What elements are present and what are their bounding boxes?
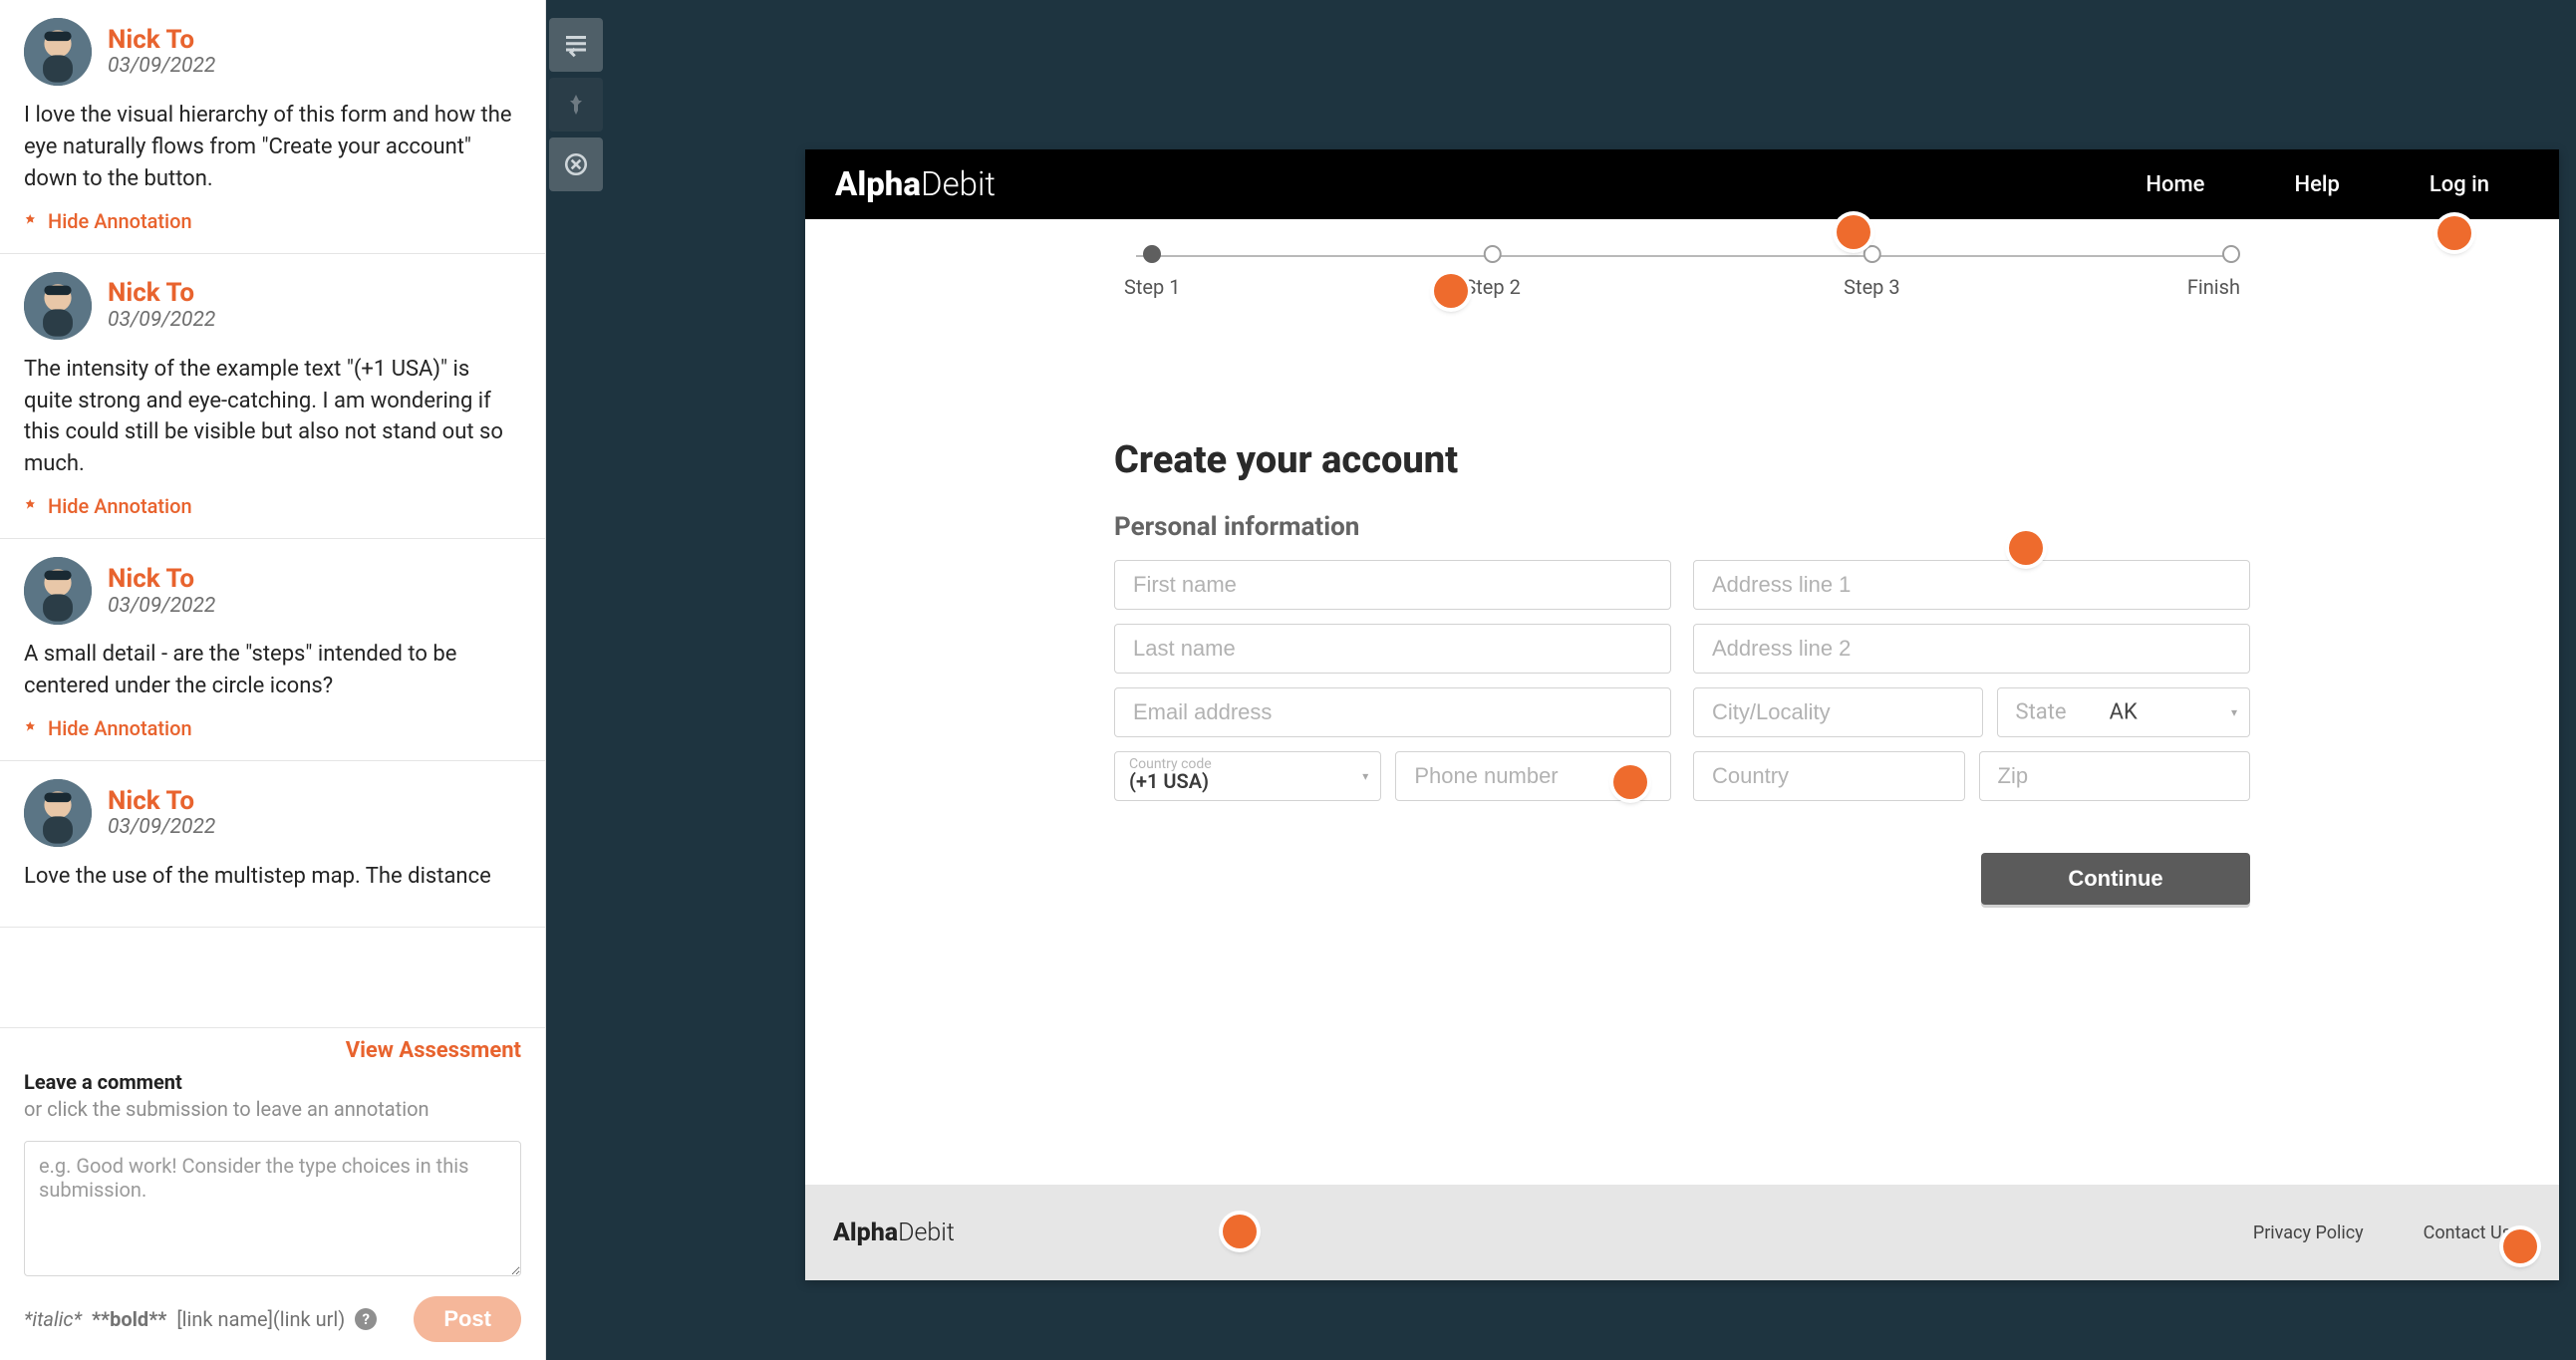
annotation-marker[interactable] — [1837, 215, 1870, 249]
annotation-marker[interactable] — [1434, 274, 1468, 308]
city-input[interactable] — [1693, 687, 1983, 737]
mockup-navbar: AlphaDebit Home Help Log in — [805, 149, 2559, 219]
comment-body: A small detail - are the "steps" intende… — [24, 639, 521, 702]
leave-comment-label: Leave a comment — [24, 1069, 521, 1095]
comment-textarea[interactable] — [24, 1141, 521, 1276]
format-hints: *italic* **bold** [link name](link url) … — [24, 1307, 377, 1331]
annotation-marker[interactable] — [2437, 216, 2471, 250]
hide-annotation-link[interactable]: Hide Annotation — [24, 209, 192, 233]
view-assessment-link[interactable]: View Assessment — [346, 1038, 521, 1063]
close-tool-button[interactable] — [549, 137, 603, 191]
comment-date: 03/09/2022 — [108, 54, 215, 78]
comment-body: Love the use of the multistep map. The d… — [24, 861, 521, 893]
post-button[interactable]: Post — [414, 1296, 521, 1342]
form-title: Create your account — [1114, 438, 2250, 482]
submission-mockup: AlphaDebit Home Help Log in Step 1 Step … — [805, 149, 2559, 1280]
nav-login[interactable]: Log in — [2430, 172, 2489, 197]
comment-author[interactable]: Nick To — [108, 565, 215, 594]
toggle-sidebar-button[interactable] — [549, 18, 603, 72]
footer-brand: AlphaDebit — [833, 1219, 955, 1247]
avatar — [24, 272, 92, 340]
submission-canvas[interactable]: AlphaDebit Home Help Log in Step 1 Step … — [606, 0, 2576, 1360]
comment-body: I love the visual hierarchy of this form… — [24, 100, 521, 195]
pin-icon — [24, 499, 38, 513]
address1-input[interactable] — [1693, 560, 2250, 610]
address2-input[interactable] — [1693, 624, 2250, 674]
chevron-down-icon: ▾ — [2231, 705, 2237, 719]
email-input[interactable] — [1114, 687, 1671, 737]
brand-logo: AlphaDebit — [835, 165, 996, 204]
toolstrip — [546, 0, 606, 1360]
first-name-input[interactable] — [1114, 560, 1671, 610]
continue-button[interactable]: Continue — [1981, 853, 2250, 905]
comment-item: Nick To03/09/2022 A small detail - are th… — [0, 539, 545, 761]
comment-item: Nick To03/09/2022 I love the visual hiera… — [0, 0, 545, 254]
hide-annotation-link[interactable]: Hide Annotation — [24, 494, 192, 518]
pin-icon — [24, 214, 38, 228]
comments-list[interactable]: Nick To03/09/2022I love the visual hiera… — [0, 0, 545, 1027]
zip-input[interactable] — [1979, 751, 2251, 801]
state-select[interactable]: State AK ▾ — [1997, 687, 2251, 737]
progress-stepper: Step 1 Step 2 Step 3 Finish — [1124, 239, 2240, 329]
annotation-marker[interactable] — [2009, 531, 2043, 565]
comment-author[interactable]: Nick To — [108, 26, 215, 55]
step-1: Step 1 — [1124, 245, 1180, 299]
last-name-input[interactable] — [1114, 624, 1671, 674]
mockup-footer: AlphaDebit Privacy Policy Contact Us — [805, 1185, 2559, 1280]
step-finish: Finish — [2187, 245, 2240, 299]
country-input[interactable] — [1693, 751, 1965, 801]
hide-annotation-link[interactable]: Hide Annotation — [24, 716, 192, 740]
state-value: AK — [2110, 700, 2138, 725]
signup-form: Create your account Personal information… — [1114, 438, 2250, 905]
help-icon[interactable]: ? — [355, 1308, 377, 1330]
step-2: Step 2 — [1464, 245, 1520, 299]
comment-author[interactable]: Nick To — [108, 787, 215, 816]
hint-link: [link name](link url) — [176, 1307, 345, 1331]
avatar — [24, 18, 92, 86]
form-section-label: Personal information — [1114, 512, 2250, 542]
sidebar-footer: View Assessment Leave a comment or click… — [0, 1027, 545, 1360]
annotation-sidebar: Nick To03/09/2022I love the visual hiera… — [0, 0, 546, 1360]
comment-body: The intensity of the example text "(+1 U… — [24, 354, 521, 481]
comment-item: Nick To03/09/2022 Love the use of the mul… — [0, 761, 545, 928]
nav-home[interactable]: Home — [2146, 172, 2204, 197]
step-3: Step 3 — [1844, 245, 1899, 299]
pin-tool-button[interactable] — [549, 78, 603, 132]
annotation-marker[interactable] — [1223, 1215, 1257, 1248]
hint-bold: **bold** — [92, 1307, 166, 1331]
country-code-value: (+1 USA) — [1129, 769, 1209, 793]
avatar — [24, 779, 92, 847]
country-code-select[interactable]: Country code (+1 USA) ▾ — [1114, 751, 1381, 801]
chevron-down-icon: ▾ — [1362, 769, 1368, 783]
avatar — [24, 557, 92, 625]
comment-date: 03/09/2022 — [108, 594, 215, 618]
leave-comment-sublabel: or click the submission to leave an anno… — [24, 1097, 521, 1121]
annotation-marker[interactable] — [2503, 1229, 2537, 1263]
hint-italic: *italic* — [24, 1307, 82, 1331]
comment-date: 03/09/2022 — [108, 815, 215, 839]
comment-item: Nick To03/09/2022 The intensity of the ex… — [0, 254, 545, 540]
footer-contact-link[interactable]: Contact Us — [2424, 1223, 2511, 1243]
nav-help[interactable]: Help — [2294, 172, 2339, 197]
state-label: State — [2016, 700, 2067, 725]
annotation-marker[interactable] — [1613, 765, 1647, 799]
comment-author[interactable]: Nick To — [108, 279, 215, 308]
footer-privacy-link[interactable]: Privacy Policy — [2253, 1223, 2364, 1243]
pin-icon — [24, 721, 38, 735]
comment-date: 03/09/2022 — [108, 308, 215, 332]
